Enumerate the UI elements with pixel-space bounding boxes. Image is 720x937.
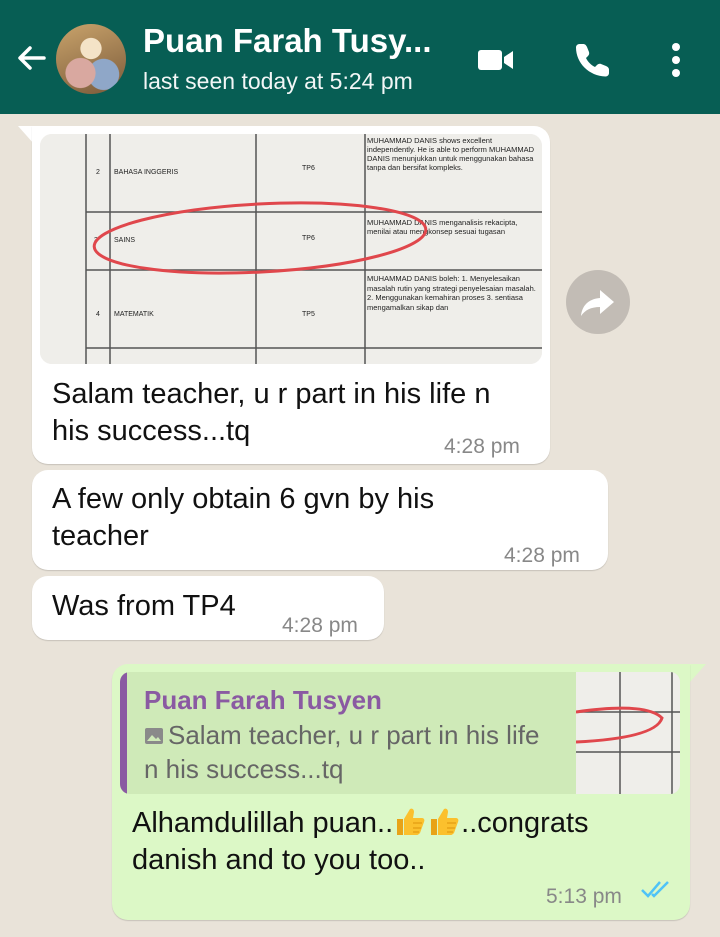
image-message[interactable]: 2 BAHASA INGGERIS TP6 3 SAINS TP6 4 MATE… — [32, 126, 550, 464]
more-options-icon[interactable] — [656, 40, 696, 80]
video-call-icon[interactable] — [476, 40, 516, 80]
quoted-image-thumbnail — [576, 672, 680, 794]
last-seen-status: last seen today at 5:24 pm — [143, 68, 413, 94]
report-card-photo[interactable]: 2 BAHASA INGGERIS TP6 3 SAINS TP6 4 MATE… — [40, 134, 542, 364]
row-comment: MUHAMMAD DANIS boleh: 1. Menyelesaikan m… — [367, 274, 536, 312]
bubble-tail — [690, 664, 706, 682]
chat-header: Puan Farah Tusy... last seen today at 5:… — [0, 0, 720, 114]
message-time: 4:28 pm — [444, 435, 520, 458]
forward-icon — [581, 290, 614, 316]
reply-message[interactable]: Puan Farah Tusyen Salam teacher, u r par… — [112, 664, 690, 920]
row-number: 4 — [96, 311, 100, 318]
row-level: TP5 — [302, 311, 315, 318]
contact-name[interactable]: Puan Farah Tusy... — [143, 22, 432, 60]
quoted-sender-name: Puan Farah Tusyen — [144, 685, 382, 715]
text-message[interactable]: Was from TP4 4:28 pm — [32, 576, 384, 640]
forward-button[interactable] — [566, 270, 630, 334]
report-card-table: 2 BAHASA INGGERIS TP6 3 SAINS TP6 4 MATE… — [40, 134, 542, 364]
row-level: TP6 — [302, 165, 315, 172]
row-level: TP6 — [302, 235, 315, 242]
quoted-text: Salam teacher, u r part in his life n hi… — [144, 718, 544, 786]
text-message[interactable]: A few only obtain 6 gvn by his teacher 4… — [32, 470, 608, 570]
reply-text: Alhamdulillah puan.. ..congrats danish a… — [132, 804, 672, 879]
quoted-text-content: Salam teacher, u r part in his life n hi… — [144, 720, 540, 784]
thumbs-up-icon — [431, 808, 459, 835]
chat-area[interactable]: 2 BAHASA INGGERIS TP6 3 SAINS TP6 4 MATE… — [0, 114, 720, 937]
row-subject: SAINS — [114, 237, 135, 244]
photo-icon — [145, 728, 163, 744]
back-arrow-icon[interactable] — [14, 40, 50, 76]
voice-call-icon[interactable] — [572, 40, 612, 80]
message-text: A few only obtain 6 gvn by his teacher — [52, 483, 435, 552]
message-text: Was from TP4 — [52, 590, 236, 622]
row-subject: BAHASA INGGERIS — [114, 169, 179, 176]
quoted-message[interactable]: Puan Farah Tusyen Salam teacher, u r par… — [120, 672, 680, 794]
row-subject: MATEMATIK — [114, 311, 154, 318]
row-comment: MUHAMMAD DANIS menganalisis rekacipta, m… — [367, 218, 518, 236]
thumbs-up-icon — [397, 808, 425, 835]
row-number: 2 — [96, 169, 100, 176]
reply-text-part: Alhamdulillah puan.. — [132, 807, 394, 839]
message-time: 4:28 pm — [504, 544, 580, 567]
contact-avatar[interactable] — [56, 24, 126, 94]
message-time: 5:13 pm — [546, 885, 622, 908]
message-time: 4:28 pm — [282, 614, 358, 637]
quote-accent-bar — [120, 672, 127, 794]
read-receipt-icon — [641, 881, 669, 898]
row-comment: MUHAMMAD DANIS shows excellent independe… — [367, 136, 535, 172]
